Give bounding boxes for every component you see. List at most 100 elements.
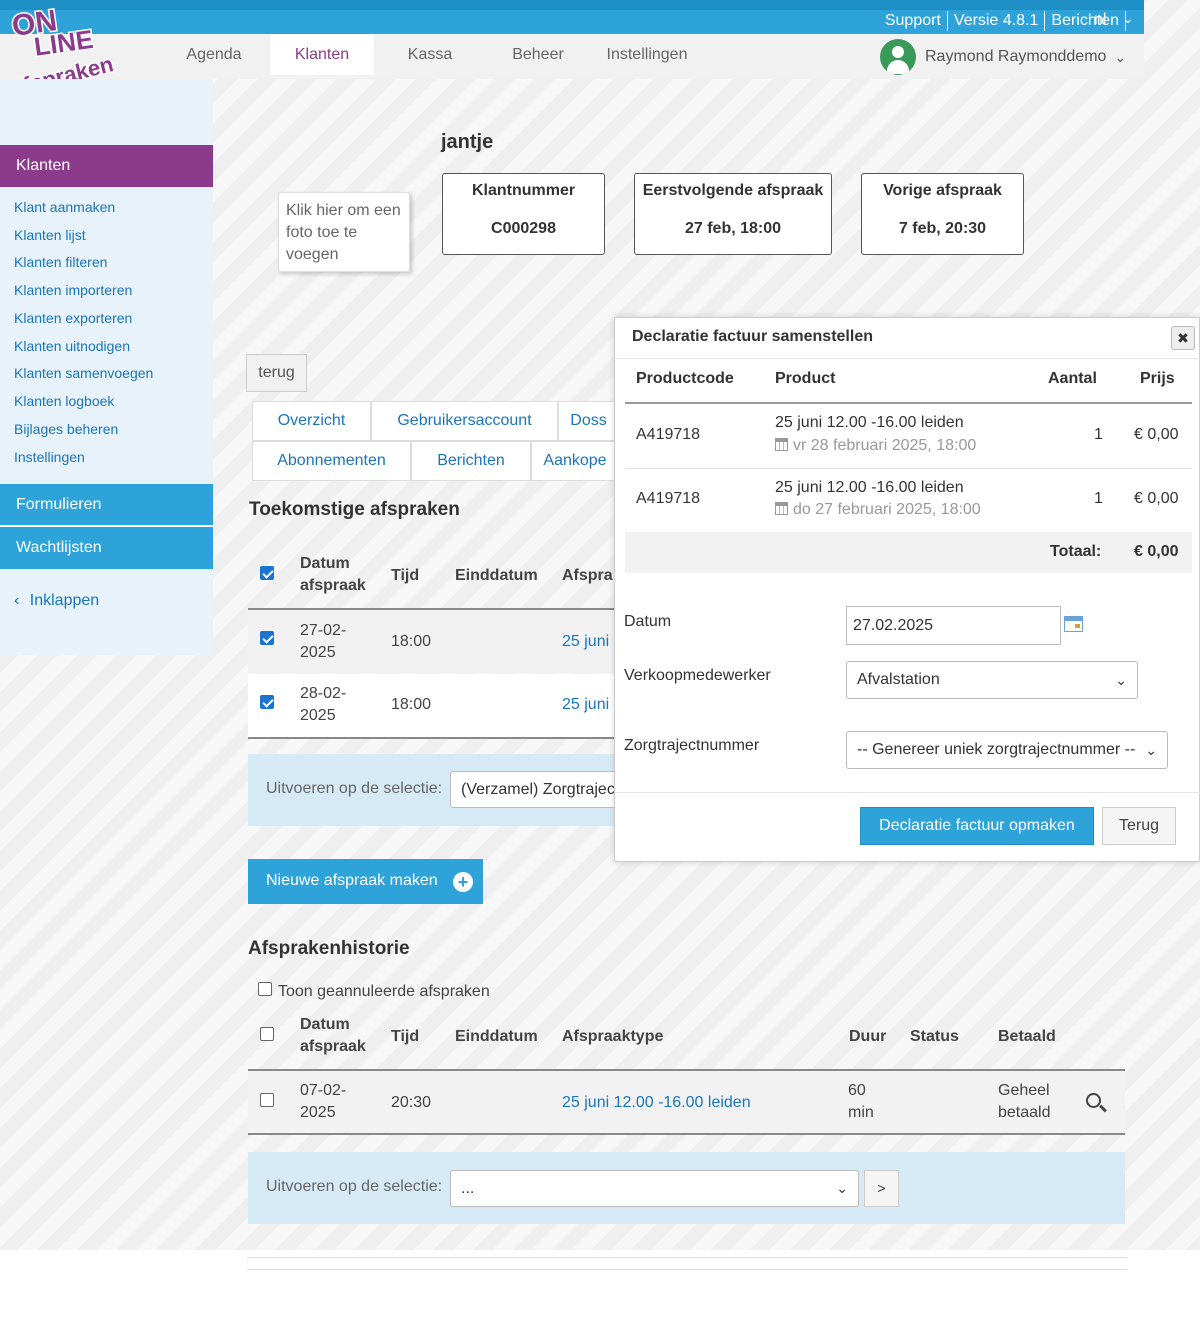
language-selector[interactable]: nl xyxy=(1094,11,1106,29)
collapse-label: Inklappen xyxy=(29,592,100,609)
seller-select[interactable]: Afvalstation ⌄ xyxy=(846,661,1138,699)
sidebar-item-klanten-lijst[interactable]: Klanten lijst xyxy=(14,227,86,243)
row-date: 07-02-2025 xyxy=(300,1082,347,1121)
modal-title: Declaratie factuur samenstellen xyxy=(632,328,873,345)
box-label: Vorige afspraak xyxy=(883,182,1002,199)
separator xyxy=(1044,11,1046,31)
sidebar-item-bijlages-beheren[interactable]: Bijlages beheren xyxy=(14,421,118,437)
care-number-select[interactable]: -- Genereer uniek zorgtrajectnummer -- ⌄ xyxy=(846,731,1168,769)
chevron-down-icon: ⌄ xyxy=(1145,742,1157,758)
chevron-down-icon[interactable]: ⌄ xyxy=(1122,10,1134,27)
box-label: Klantnummer xyxy=(471,182,576,199)
row-product: 25 juni 12.00 -16.00 leiden xyxy=(775,479,964,496)
selection-label: Uitvoeren op de selectie: xyxy=(266,780,443,797)
invoice-modal: Declaratie factuur samenstellen ✖ Produc… xyxy=(614,317,1200,862)
separator xyxy=(946,11,948,31)
future-selection-bar: Uitvoeren op de selectie: (Verzamel) Zor… xyxy=(248,754,616,826)
history-select-all-checkbox[interactable] xyxy=(260,1027,274,1041)
col-product: Product xyxy=(775,370,836,387)
row-checkbox[interactable] xyxy=(260,631,274,645)
col-type: Afspra xyxy=(562,567,613,584)
sidebar: Klanten Klant aanmaken Klanten lijst Kla… xyxy=(0,79,213,655)
calendar-icon xyxy=(775,438,788,451)
modal-back-button[interactable]: Terug xyxy=(1102,807,1176,845)
support-link[interactable]: Support xyxy=(885,12,941,30)
nav-klanten[interactable]: Klanten xyxy=(270,34,374,75)
sidebar-item-klanten-exporteren[interactable]: Klanten exporteren xyxy=(14,310,132,326)
version-link[interactable]: Versie 4.8.1 xyxy=(954,12,1039,30)
messages-link[interactable]: Berichten xyxy=(1051,12,1119,30)
col-type: Afspraaktype xyxy=(562,1028,664,1045)
box-label: Eerstvolgende afspraak xyxy=(642,182,824,199)
search-icon[interactable] xyxy=(1086,1093,1108,1115)
nav-beheer[interactable]: Beheer xyxy=(498,34,578,75)
back-button[interactable]: terug xyxy=(246,354,307,392)
button-label: Nieuwe afspraak maken xyxy=(266,872,438,889)
nav-kassa[interactable]: Kassa xyxy=(390,34,470,75)
divider xyxy=(248,737,616,739)
show-cancelled-checkbox[interactable] xyxy=(258,982,272,996)
footer-divider xyxy=(247,1269,1127,1270)
sidebar-section-klanten[interactable]: Klanten xyxy=(0,145,213,187)
divider xyxy=(615,358,1200,359)
row-type-link[interactable]: 25 juni 12.00 -16.00 leiden xyxy=(562,1092,751,1114)
user-name: Raymond Raymonddemo xyxy=(925,48,1107,65)
close-icon[interactable]: ✖ xyxy=(1171,326,1195,350)
row-type-link[interactable]: 25 juni xyxy=(562,694,609,716)
nav-agenda[interactable]: Agenda xyxy=(172,34,256,75)
user-menu[interactable]: Raymond Raymonddemo ⌄ xyxy=(880,39,1126,75)
sidebar-item-instellingen[interactable]: Instellingen xyxy=(14,449,85,465)
date-field[interactable]: 27.02.2025 xyxy=(846,606,1061,645)
select-all-checkbox[interactable] xyxy=(260,566,274,580)
row-date: 27-02-2025 xyxy=(300,622,347,661)
col-time: Tijd xyxy=(391,1028,420,1045)
tab-overzicht[interactable]: Overzicht xyxy=(252,401,371,441)
sidebar-section-wachtlijsten[interactable]: Wachtlijsten xyxy=(0,527,213,569)
tab-abonnementen[interactable]: Abonnementen xyxy=(252,441,411,481)
sidebar-top xyxy=(0,79,213,145)
new-appointment-button[interactable]: Nieuwe afspraak maken + xyxy=(248,859,483,904)
col-date: Datum afspraak xyxy=(300,555,366,594)
nav-instellingen[interactable]: Instellingen xyxy=(600,34,694,75)
row-type-link[interactable]: 25 juni xyxy=(562,631,609,653)
sidebar-item-klanten-importeren[interactable]: Klanten importeren xyxy=(14,282,132,298)
box-value: 27 feb, 18:00 xyxy=(684,220,782,237)
chevron-left-icon: ‹ xyxy=(14,592,20,609)
row-datetime: vr 28 februari 2025, 18:00 xyxy=(775,437,976,455)
future-action-select[interactable]: (Verzamel) Zorgtrajec xyxy=(450,771,616,808)
footer-divider xyxy=(247,1257,1127,1258)
plus-icon: + xyxy=(453,872,473,892)
sidebar-item-klanten-logboek[interactable]: Klanten logboek xyxy=(14,393,114,409)
apply-selection-button[interactable]: > xyxy=(864,1170,899,1207)
history-action-select[interactable]: ... ⌄ xyxy=(450,1170,859,1207)
tab-berichten[interactable]: Berichten xyxy=(411,441,531,481)
col-end: Einddatum xyxy=(455,1028,538,1045)
divider xyxy=(615,792,1200,793)
sidebar-section-formulieren[interactable]: Formulieren xyxy=(0,484,213,526)
collapse-sidebar[interactable]: ‹ Inklappen xyxy=(14,592,99,610)
sidebar-item-klanten-samenvoegen[interactable]: Klanten samenvoegen xyxy=(14,365,153,381)
chevron-down-icon: ⌄ xyxy=(1115,672,1127,688)
sidebar-item-klanten-uitnodigen[interactable]: Klanten uitnodigen xyxy=(14,338,130,354)
sidebar-item-klanten-filteren[interactable]: Klanten filteren xyxy=(14,254,107,270)
select-value: -- Genereer uniek zorgtrajectnummer -- xyxy=(857,741,1136,758)
next-appointment-box: Eerstvolgende afspraak 27 feb, 18:00 xyxy=(634,173,832,255)
photo-upload[interactable]: Klik hier om een foto toe te voegen xyxy=(278,192,410,272)
calendar-icon[interactable] xyxy=(1064,616,1083,632)
row-qty: 1 xyxy=(1094,490,1103,507)
previous-appointment-box: Vorige afspraak 7 feb, 20:30 xyxy=(861,173,1024,255)
row-qty: 1 xyxy=(1094,426,1103,443)
box-value: 7 feb, 20:30 xyxy=(898,220,987,237)
tab-gebruikersaccount[interactable]: Gebruikersaccount xyxy=(371,401,558,441)
row-checkbox[interactable] xyxy=(260,1093,274,1107)
row-checkbox[interactable] xyxy=(260,695,274,709)
tab-dossier[interactable]: Doss xyxy=(558,401,618,441)
create-invoice-button[interactable]: Declaratie factuur opmaken xyxy=(860,807,1094,845)
sidebar-item-klant-aanmaken[interactable]: Klant aanmaken xyxy=(14,199,115,215)
divider xyxy=(625,402,1192,404)
top-strip xyxy=(0,0,1144,10)
tab-aankopen[interactable]: Aankope xyxy=(531,441,618,481)
avatar xyxy=(880,39,916,75)
total-value: € 0,00 xyxy=(1134,543,1179,560)
row-code: A419718 xyxy=(636,426,701,443)
